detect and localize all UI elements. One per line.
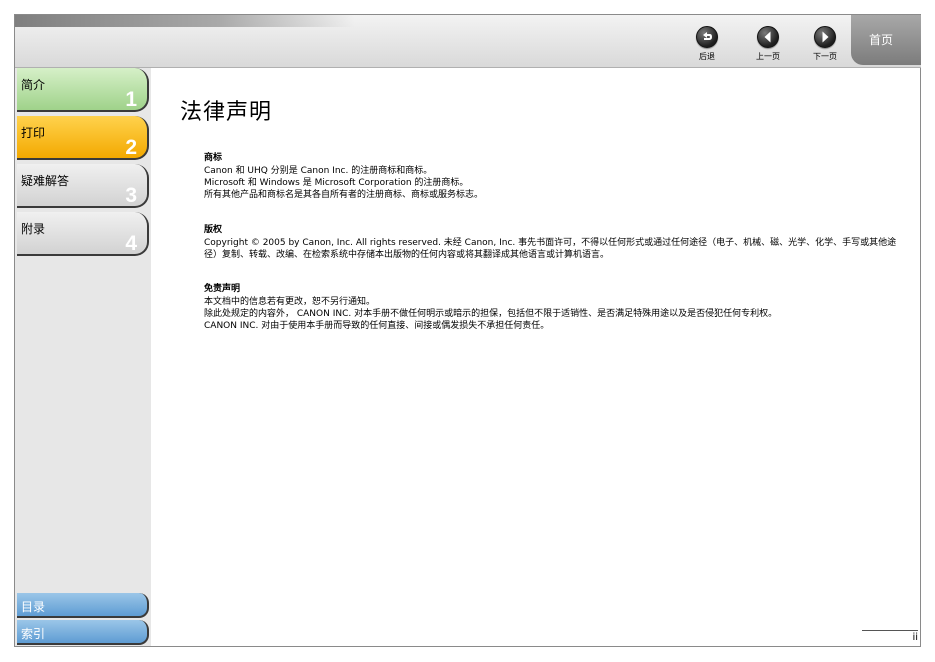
chapter-number: 1 xyxy=(125,88,137,111)
chapter-number: 4 xyxy=(125,232,137,255)
sidebar: 简介 1 打印 2 疑难解答 3 附录 4 目录 索引 xyxy=(15,68,151,646)
section-line: Copyright © 2005 by Canon, Inc. All righ… xyxy=(204,238,897,260)
page-number: ii xyxy=(862,630,918,643)
section-disclaimer: 免责声明 本文档中的信息若有更改，恕不另行通知。 除此处规定的内容外， CANO… xyxy=(204,283,909,332)
section-line: 本文档中的信息若有更改，恕不另行通知。 xyxy=(204,297,376,307)
section-line: Microsoft 和 Windows 是 Microsoft Corporat… xyxy=(204,178,469,188)
header-decor-strip xyxy=(15,15,355,27)
back-label: 后退 xyxy=(699,52,715,61)
chapter-tab-troubleshooting[interactable]: 疑难解答 3 xyxy=(17,164,149,208)
section-copyright: 版权 Copyright © 2005 by Canon, Inc. All r… xyxy=(204,224,909,261)
chapter-tab-appendix[interactable]: 附录 4 xyxy=(17,212,149,256)
section-heading: 商标 xyxy=(204,153,223,163)
chapter-label: 附录 xyxy=(21,222,46,236)
back-button[interactable]: 后退 xyxy=(684,26,730,70)
header-bar: 后退 上一页 下一页 首页 xyxy=(15,15,921,68)
arrow-left-icon xyxy=(757,26,779,48)
chapter-tab-print[interactable]: 打印 2 xyxy=(17,116,149,160)
next-page-label: 下一页 xyxy=(813,52,837,61)
section-line: CANON INC. 对由于使用本手册而导致的任何直接、间接或偶发损失不承担任何… xyxy=(204,321,550,331)
page-title: 法律声明 xyxy=(180,100,273,125)
section-trademarks: 商标 Canon 和 UHQ 分别是 Canon Inc. 的注册商标和商标。 … xyxy=(204,152,909,201)
section-line: 所有其他产品和商标名是其各自所有者的注册商标、商标或服务标志。 xyxy=(204,190,484,200)
home-button[interactable]: 首页 xyxy=(851,15,921,65)
chapter-tab-intro[interactable]: 简介 1 xyxy=(17,68,149,112)
back-icon xyxy=(696,26,718,48)
home-label: 首页 xyxy=(869,33,894,47)
arrow-right-icon xyxy=(814,26,836,48)
index-button[interactable]: 索引 xyxy=(17,620,149,645)
index-label: 索引 xyxy=(21,627,46,641)
prev-page-button[interactable]: 上一页 xyxy=(745,26,791,70)
contents-button[interactable]: 目录 xyxy=(17,593,149,618)
section-heading: 版权 xyxy=(204,225,223,235)
contents-label: 目录 xyxy=(21,600,46,614)
section-line: Canon 和 UHQ 分别是 Canon Inc. 的注册商标和商标。 xyxy=(204,166,433,176)
section-line: 除此处规定的内容外， CANON INC. 对本手册不做任何明示或暗示的担保，包… xyxy=(204,309,778,319)
prev-page-label: 上一页 xyxy=(756,52,780,61)
chapter-label: 疑难解答 xyxy=(21,174,70,188)
next-page-button[interactable]: 下一页 xyxy=(802,26,848,70)
section-heading: 免责声明 xyxy=(204,284,241,294)
chapter-number: 2 xyxy=(125,136,137,159)
chapter-number: 3 xyxy=(125,184,137,207)
chapter-label: 打印 xyxy=(21,126,46,140)
chapter-label: 简介 xyxy=(21,78,46,92)
